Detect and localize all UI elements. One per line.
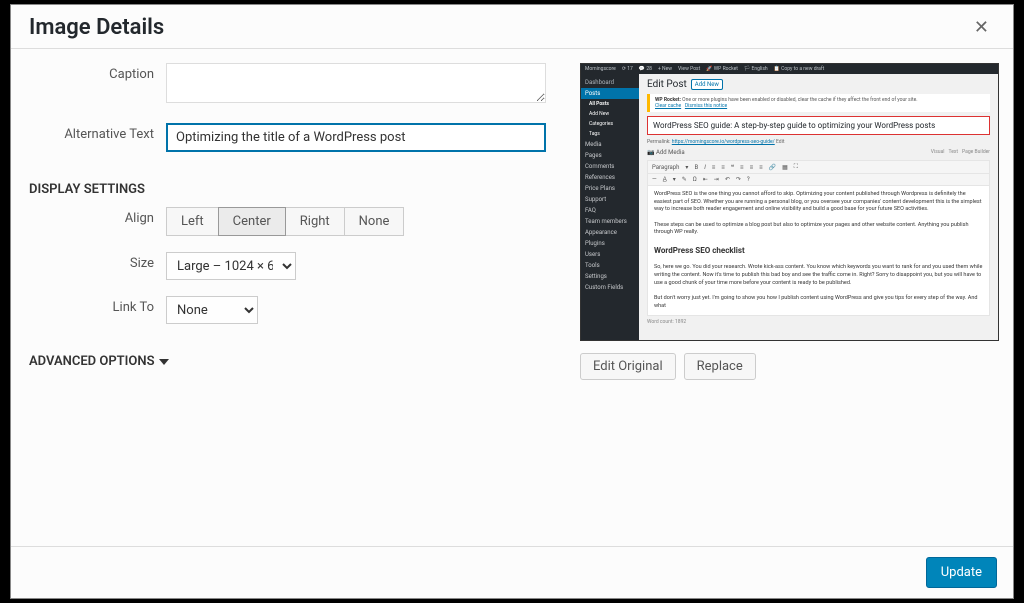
align-row: Align Left Center Right None (11, 207, 552, 236)
modal-title: Image Details (29, 15, 164, 40)
alt-text-input[interactable] (166, 123, 546, 152)
alt-text-label: Alternative Text (11, 123, 166, 142)
align-left-button[interactable]: Left (166, 207, 219, 236)
edit-original-button[interactable]: Edit Original (580, 353, 676, 380)
align-label: Align (11, 207, 166, 226)
close-icon[interactable]: ✕ (968, 15, 995, 40)
modal-body: Caption Alternative Text DISPLAY SETTING… (11, 48, 1013, 546)
size-label: Size (11, 252, 166, 271)
wp-sidebar: Dashboard Posts All Posts Add New Catego… (581, 74, 639, 340)
update-button[interactable]: Update (926, 557, 997, 588)
align-none-button[interactable]: None (344, 207, 405, 236)
modal-header: Image Details ✕ (11, 5, 1013, 48)
modal-footer: Update (11, 546, 1013, 598)
caption-row: Caption (11, 63, 552, 107)
caption-textarea[interactable] (166, 63, 546, 103)
advanced-options-toggle[interactable]: ADVANCED OPTIONS (11, 340, 552, 379)
wp-admin-bar: Morningscore ⟳ 17 💬 28 + New View Post 🚀… (581, 64, 998, 74)
wp-main-content: Edit Post Add New WP Rocket: One or more… (639, 74, 998, 340)
replace-button[interactable]: Replace (684, 353, 756, 380)
align-button-group: Left Center Right None (166, 207, 404, 236)
settings-column: Caption Alternative Text DISPLAY SETTING… (11, 49, 566, 546)
linkto-row: Link To None (11, 296, 552, 324)
display-settings-heading: DISPLAY SETTINGS (11, 168, 552, 207)
size-select[interactable]: Large – 1024 × 667 (166, 252, 296, 280)
align-right-button[interactable]: Right (285, 207, 345, 236)
chevron-down-icon (159, 359, 169, 365)
caption-label: Caption (11, 63, 166, 82)
image-details-modal: Image Details ✕ Caption Alternative Text… (10, 4, 1014, 599)
image-preview: Morningscore ⟳ 17 💬 28 + New View Post 🚀… (580, 63, 999, 341)
size-row: Size Large – 1024 × 667 (11, 252, 552, 280)
linkto-label: Link To (11, 296, 166, 315)
alt-text-row: Alternative Text (11, 123, 552, 152)
preview-actions: Edit Original Replace (580, 353, 999, 380)
align-center-button[interactable]: Center (218, 207, 286, 236)
linkto-select[interactable]: None (166, 296, 258, 324)
preview-column: Morningscore ⟳ 17 💬 28 + New View Post 🚀… (566, 49, 1013, 546)
